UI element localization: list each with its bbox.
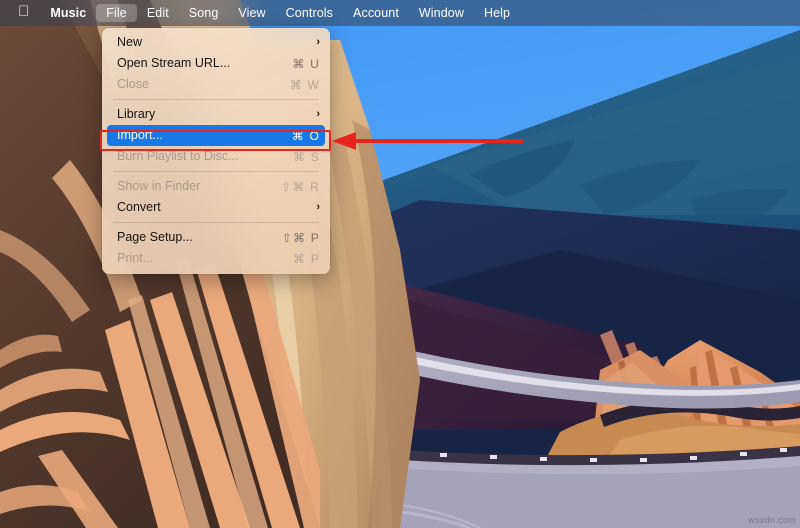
menu-item-label: Import... [117, 128, 163, 143]
annotation-arrow [332, 132, 523, 150]
menu-item-print: Print... ⌘ P [102, 248, 330, 269]
menu-item-label: Library [117, 107, 156, 122]
menu-item-shortcut: ⌘ U [292, 56, 320, 71]
file-dropdown-menu[interactable]: New › Open Stream URL... ⌘ U Close ⌘ W L… [102, 28, 330, 274]
menu-item-label: Close [117, 77, 149, 92]
menubar-item-account[interactable]: Account [343, 4, 409, 23]
menu-item-burn-playlist-to-disc: Burn Playlist to Disc... ⌘ S [102, 146, 330, 167]
menu-separator [113, 99, 319, 100]
menu-item-label: Page Setup... [117, 230, 193, 245]
menu-item-import[interactable]: Import... ⌘ O [107, 125, 325, 146]
menu-bar[interactable]:  Music File Edit Song View Controls Acc… [0, 0, 800, 26]
apple-logo-icon[interactable]:  [14, 4, 40, 21]
menu-item-label: Open Stream URL... [117, 56, 231, 71]
menu-item-shortcut: ⌘ S [293, 149, 320, 164]
menubar-item-view[interactable]: View [228, 4, 275, 23]
chevron-right-icon: › [316, 201, 320, 213]
menu-item-page-setup[interactable]: Page Setup... ⇧⌘ P [102, 227, 330, 248]
menu-item-convert[interactable]: Convert › [102, 197, 330, 218]
menubar-item-music[interactable]: Music [40, 4, 96, 23]
menubar-item-help[interactable]: Help [474, 4, 520, 23]
menu-item-label: New [117, 35, 143, 50]
menu-item-shortcut: ⌘ W [289, 77, 320, 92]
chevron-right-icon: › [316, 36, 320, 48]
chevron-right-icon: › [316, 108, 320, 120]
menu-item-shortcut: ⇧⌘ R [281, 179, 320, 194]
menubar-item-song[interactable]: Song [179, 4, 229, 23]
menubar-item-controls[interactable]: Controls [276, 4, 343, 23]
menu-item-show-in-finder: Show in Finder ⇧⌘ R [102, 176, 330, 197]
menu-item-label: Print... [117, 251, 154, 266]
menu-item-label: Show in Finder [117, 179, 201, 194]
watermark-text: wsxdn.com [748, 515, 796, 525]
menu-item-label: Burn Playlist to Disc... [117, 149, 239, 164]
menu-item-new[interactable]: New › [102, 32, 330, 53]
menubar-item-edit[interactable]: Edit [137, 4, 179, 23]
menu-separator [113, 171, 319, 172]
menu-item-shortcut: ⌘ P [293, 251, 320, 266]
menubar-item-file[interactable]: File [96, 3, 137, 23]
menu-item-shortcut: ⌘ O [291, 128, 320, 143]
menu-item-shortcut: ⇧⌘ P [281, 230, 320, 245]
menu-item-label: Convert [117, 200, 161, 215]
menubar-item-window[interactable]: Window [409, 4, 474, 23]
menu-separator [113, 222, 319, 223]
menu-item-library[interactable]: Library › [102, 104, 330, 125]
menu-item-close: Close ⌘ W [102, 74, 330, 95]
menu-item-open-stream-url[interactable]: Open Stream URL... ⌘ U [102, 53, 330, 74]
